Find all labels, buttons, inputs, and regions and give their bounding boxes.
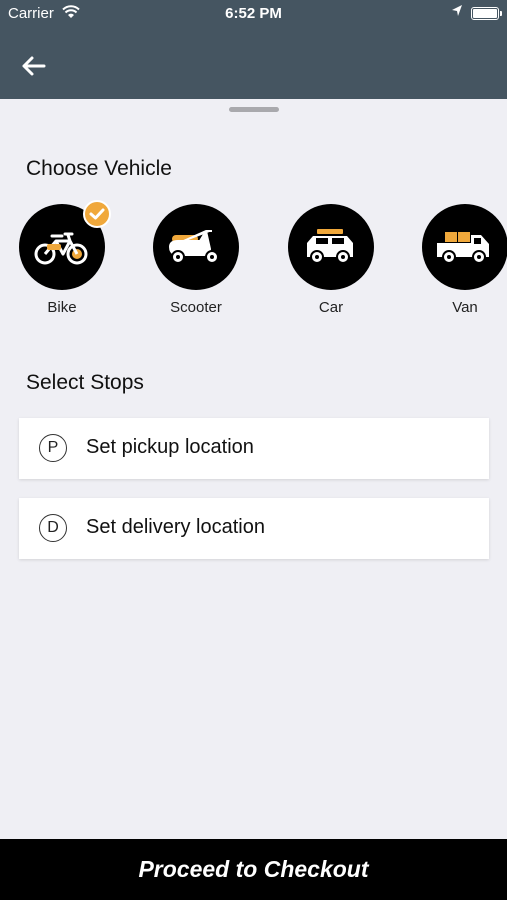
nav-bar	[0, 28, 507, 99]
choose-vehicle-title: Choose Vehicle	[26, 157, 172, 180]
vehicle-option-bike[interactable]: Bike	[18, 200, 111, 316]
drag-handle[interactable]	[229, 107, 279, 112]
delivery-location-label: Set delivery location	[86, 516, 265, 538]
location-arrow-icon	[451, 4, 463, 22]
van-circle	[422, 204, 507, 290]
back-button[interactable]	[18, 54, 50, 78]
bike-icon	[34, 232, 88, 265]
vehicle-option-car[interactable]: Car	[287, 204, 375, 316]
pickup-location-label: Set pickup location	[86, 436, 254, 458]
car-icon	[307, 229, 353, 264]
delivery-badge: D	[39, 514, 67, 542]
battery-icon	[471, 7, 502, 20]
pickup-badge: P	[39, 434, 67, 462]
van-icon	[437, 232, 489, 264]
arrow-left-icon	[22, 56, 46, 76]
proceed-to-checkout-button[interactable]: Proceed to Checkout	[0, 839, 507, 900]
checkmark-icon	[89, 208, 105, 220]
car-circle	[288, 204, 374, 290]
selected-check-badge	[83, 200, 111, 228]
scooter-circle	[153, 204, 239, 290]
vehicle-label-van: Van	[452, 299, 478, 316]
vehicle-option-scooter[interactable]: Scooter	[152, 204, 240, 316]
bike-circle	[19, 200, 111, 290]
vehicle-option-van[interactable]: Van	[421, 204, 507, 316]
vehicle-label-scooter: Scooter	[170, 299, 222, 316]
status-bar: Carrier 6:52 PM	[0, 0, 507, 28]
vehicle-label-car: Car	[318, 299, 344, 316]
delivery-location-row[interactable]: D Set delivery location	[19, 498, 489, 559]
select-stops-title: Select Stops	[26, 371, 144, 394]
scooter-icon	[169, 230, 219, 264]
pickup-location-row[interactable]: P Set pickup location	[19, 418, 489, 479]
vehicle-label-bike: Bike	[47, 299, 77, 316]
status-time: 6:52 PM	[225, 5, 282, 22]
